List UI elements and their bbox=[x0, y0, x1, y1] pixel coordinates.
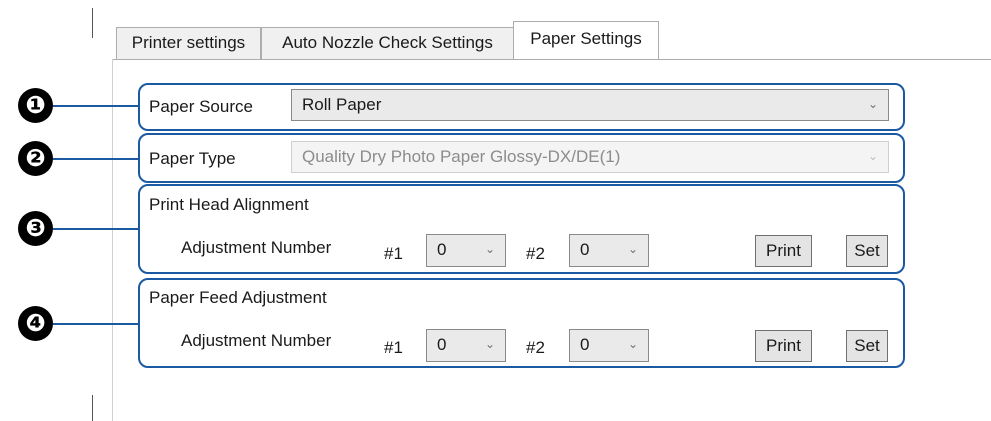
tab-label: Printer settings bbox=[131, 33, 246, 52]
chevron-down-icon: ⌄ bbox=[867, 97, 878, 111]
paper-type-value: Quality Dry Photo Paper Glossy-DX/DE(1) bbox=[302, 147, 621, 166]
tab-strip-border bbox=[112, 59, 991, 60]
print-head-print-button[interactable]: Print bbox=[755, 235, 812, 267]
paper-source-label: Paper Source bbox=[149, 97, 253, 116]
paper-feed-number2-select[interactable]: 0 ⌄ bbox=[569, 329, 649, 362]
print-head-adjustment-label: Adjustment Number bbox=[181, 238, 332, 257]
tab-printer-settings[interactable]: Printer settings bbox=[116, 27, 261, 59]
tab-label: Paper Settings bbox=[530, 29, 642, 48]
print-head-hash2-label: #2 bbox=[526, 244, 545, 263]
tab-paper-settings[interactable]: Paper Settings bbox=[513, 21, 659, 59]
callout-badge-4: ❹ bbox=[18, 306, 53, 341]
paper-type-select[interactable]: Quality Dry Photo Paper Glossy-DX/DE(1) … bbox=[291, 141, 889, 173]
panel-border bbox=[112, 59, 113, 421]
paper-feed-hash1-label: #1 bbox=[384, 338, 403, 357]
paper-feed-number1-select[interactable]: 0 ⌄ bbox=[426, 329, 506, 362]
paper-feed-hash2-label: #2 bbox=[526, 338, 545, 357]
chevron-down-icon: ⌄ bbox=[627, 242, 638, 256]
paper-type-label: Paper Type bbox=[149, 149, 236, 168]
tab-label: Auto Nozzle Check Settings bbox=[282, 33, 493, 52]
callout-connector-2 bbox=[53, 158, 139, 160]
print-head-number2-value: 0 bbox=[580, 240, 590, 259]
left-divider-line bbox=[92, 8, 93, 38]
callout-badge-2: ❷ bbox=[18, 141, 53, 176]
left-divider-line-lower bbox=[92, 395, 93, 421]
chevron-down-icon: ⌄ bbox=[484, 242, 495, 256]
chevron-down-icon: ⌄ bbox=[627, 337, 638, 351]
print-head-number1-value: 0 bbox=[437, 240, 447, 259]
callout-badge-1: ❶ bbox=[18, 88, 53, 123]
callout-badge-3: ❸ bbox=[18, 211, 53, 246]
paper-feed-number2-value: 0 bbox=[580, 335, 590, 354]
paper-feed-number1-value: 0 bbox=[437, 335, 447, 354]
paper-feed-print-button[interactable]: Print bbox=[755, 330, 812, 362]
chevron-down-icon: ⌄ bbox=[867, 149, 878, 163]
tab-auto-nozzle-check-settings[interactable]: Auto Nozzle Check Settings bbox=[261, 27, 514, 59]
chevron-down-icon: ⌄ bbox=[484, 337, 495, 351]
paper-feed-adjustment-label: Adjustment Number bbox=[181, 331, 332, 350]
print-head-hash1-label: #1 bbox=[384, 244, 403, 263]
callout-connector-1 bbox=[53, 105, 139, 107]
callout-connector-4 bbox=[53, 323, 139, 325]
paper-source-select[interactable]: Roll Paper ⌄ bbox=[291, 89, 889, 121]
print-head-number1-select[interactable]: 0 ⌄ bbox=[426, 234, 506, 267]
paper-feed-adjustment-title: Paper Feed Adjustment bbox=[149, 288, 327, 307]
print-head-set-button[interactable]: Set bbox=[846, 235, 888, 267]
callout-connector-3 bbox=[53, 228, 139, 230]
paper-source-value: Roll Paper bbox=[302, 95, 382, 114]
print-head-number2-select[interactable]: 0 ⌄ bbox=[569, 234, 649, 267]
paper-feed-set-button[interactable]: Set bbox=[846, 330, 888, 362]
print-head-alignment-title: Print Head Alignment bbox=[149, 195, 309, 214]
